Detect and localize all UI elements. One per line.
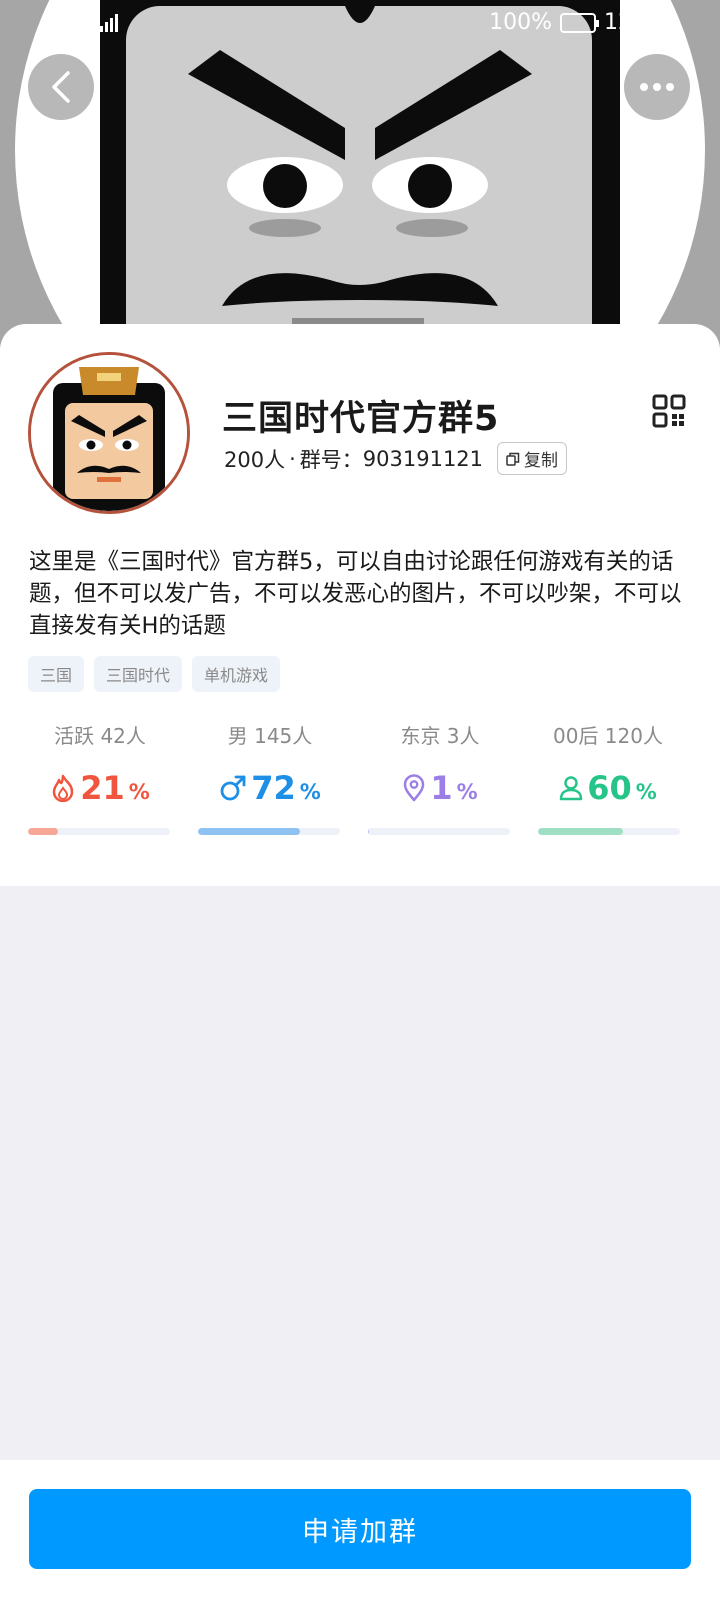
battery-percentage: 100% (489, 10, 552, 35)
location-pin-icon (404, 774, 425, 802)
stat-value: 60 (587, 769, 632, 807)
more-dots-icon (640, 83, 674, 91)
group-avatar[interactable] (28, 352, 190, 514)
stat-bar-fill (28, 828, 58, 835)
stat-label: 男 145人 (227, 724, 313, 748)
stat-label: 东京 3人 (400, 724, 480, 748)
stat-bar-age (538, 828, 680, 835)
tag-item[interactable]: 单机游戏 (192, 656, 281, 692)
group-description: 这里是《三国时代》官方群5，可以自由讨论跟任何游戏有关的话题，但不可以发广告，不… (29, 549, 682, 639)
group-info-card: 三国时代官方群5 200人 · 群号： 903191121 复制 这里是《三国时… (0, 324, 720, 886)
stat-label: 活跃 42人 (54, 724, 146, 748)
stat-bar-active (28, 828, 170, 835)
tag-item[interactable]: 三国时代 (94, 656, 183, 692)
copy-label: 复制 (524, 451, 559, 471)
stat-bar-location (368, 828, 510, 835)
qr-code-icon[interactable] (652, 394, 686, 428)
copy-icon (506, 452, 520, 466)
cover-banner (0, 0, 720, 360)
person-icon (559, 776, 583, 801)
group-id: 903191121 (362, 446, 484, 471)
meta-separator: · (289, 446, 296, 471)
battery-icon (560, 12, 599, 33)
flame-icon (52, 774, 74, 802)
stat-bar-fill (538, 828, 624, 835)
group-meta: 200人 · 群号： 903191121 复制 (224, 442, 568, 475)
stat-active[interactable]: 活跃 42人 21 % (14, 720, 186, 807)
stat-bar-fill (198, 828, 301, 835)
bottom-action-bar: 申请加群 (0, 1460, 720, 1600)
status-bar: 100% 12 (0, 0, 720, 48)
cover-image (0, 0, 720, 360)
chevron-left-icon (52, 71, 70, 103)
more-options-button[interactable] (624, 54, 690, 120)
stat-value: 21 (80, 769, 125, 807)
member-count: 200人 (224, 447, 286, 472)
stat-value: 72 (251, 769, 296, 807)
signal-icon (100, 14, 118, 32)
stat-unit: % (299, 780, 321, 804)
avatar-face-image (31, 355, 187, 511)
tag-list: 三国 三国时代 单机游戏 (28, 656, 281, 692)
join-group-button[interactable]: 申请加群 (29, 1489, 691, 1569)
copy-id-button[interactable]: 复制 (497, 442, 568, 475)
male-icon (220, 775, 246, 801)
stat-age[interactable]: 00后 120人 60 % (522, 720, 694, 807)
stat-label: 00后 120人 (553, 724, 663, 748)
stat-unit: % (635, 780, 657, 804)
stat-location[interactable]: 东京 3人 1 % (354, 720, 526, 807)
stat-bar-male (198, 828, 340, 835)
group-name: 三国时代官方群5 (222, 399, 500, 439)
stat-unit: % (128, 780, 150, 804)
stat-value: 1 (430, 769, 453, 807)
group-id-label: 群号： (299, 447, 363, 472)
stat-bar-fill (368, 828, 370, 835)
tag-item[interactable]: 三国 (28, 656, 85, 692)
clock: 12 (604, 10, 632, 35)
stat-unit: % (456, 780, 478, 804)
member-stats: 活跃 42人 21 % 男 145人 72 % 东京 3人 1 % 00后 12… (0, 720, 720, 850)
stat-male[interactable]: 男 145人 72 % (184, 720, 356, 807)
back-button[interactable] (28, 54, 94, 120)
